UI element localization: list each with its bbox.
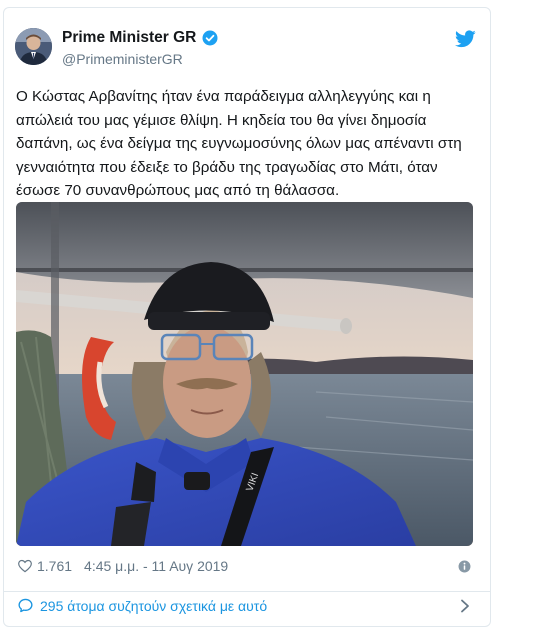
- avatar-photo: [15, 28, 52, 65]
- tweet-timestamp[interactable]: 4:45 μ.μ. - 11 Αυγ 2019: [84, 558, 228, 574]
- author-name[interactable]: Prime Minister GR: [62, 29, 196, 47]
- author-handle[interactable]: @PrimeministerGR: [62, 51, 183, 67]
- heart-icon: [18, 559, 32, 573]
- comment-bubble-icon: [18, 598, 33, 613]
- like-count: 1.761: [37, 558, 73, 574]
- tweet-text: Ο Κώστας Αρβανίτης ήταν ένα παράδειγμα α…: [16, 88, 462, 199]
- info-icon[interactable]: [458, 560, 471, 573]
- tweet-photo[interactable]: VIKI: [16, 202, 473, 546]
- conversation-label: 295 άτομα συζητούν σχετικά με αυτό: [40, 597, 268, 614]
- conversation-link[interactable]: 295 άτομα συζητούν σχετικά με αυτό: [17, 597, 267, 614]
- verified-badge-icon: [202, 30, 218, 46]
- tweet-card: Prime Minister GR @PrimeministerGR Ο Κώσ…: [3, 7, 491, 627]
- tweet-photo-image: VIKI: [16, 202, 473, 546]
- author-name-row: Prime Minister GR: [62, 29, 219, 47]
- twitter-bird-icon[interactable]: [455, 30, 476, 48]
- tweet-meta: 1.761 4:45 μ.μ. - 11 Αυγ 2019: [17, 558, 228, 574]
- author-avatar[interactable]: [15, 28, 52, 65]
- divider: [4, 591, 490, 592]
- like-button[interactable]: 1.761: [17, 558, 72, 574]
